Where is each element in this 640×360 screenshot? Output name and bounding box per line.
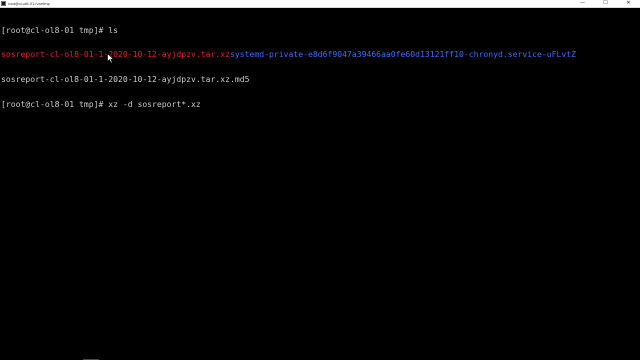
command-xz: [root@cl-ol8-01 tmp]# xz -d sosreport*.x… (1, 99, 201, 110)
terminal-line: [root@cl-ol8-01 tmp]# ls (1, 24, 632, 35)
mouse-pointer-icon (107, 53, 115, 64)
terminal-line: sosreport-cl-ol8-01-1-2020-10-12-ayjdpzv… (1, 75, 632, 83)
command-ls: [root@cl-ol8-01 tmp]# ls (1, 24, 118, 35)
terminal-app-icon[interactable] (1, 1, 6, 6)
vertical-scrollbar[interactable] (632, 8, 640, 360)
title-bar[interactable]: root@cl-ol8-01:/var/tmp — ☐ ✕ (0, 0, 640, 8)
terminal-output[interactable]: [root@cl-ol8-01 tmp]# ls sosreport-cl-ol… (0, 8, 632, 360)
window-title: root@cl-ol8-01:/var/tmp (8, 1, 50, 6)
minimize-button[interactable]: — (571, 0, 594, 7)
terminal-window: root@cl-ol8-01:/var/tmp — ☐ ✕ [root@cl-o… (0, 0, 640, 360)
window-controls: — ☐ ✕ (571, 0, 640, 7)
maximize-button[interactable]: ☐ (594, 0, 617, 7)
close-button[interactable]: ✕ (617, 0, 640, 7)
terminal-line: [root@cl-ol8-01 tmp]# xz -d sosreport*.x… (1, 100, 632, 108)
terminal-line: sosreport-cl-ol8-01-1-2020-10-12-ayjdpzv… (1, 49, 632, 60)
file-archive: sosreport-cl-ol8-01-1-2020-10-12-ayjdpzv… (1, 49, 231, 60)
file-md5: sosreport-cl-ol8-01-1-2020-10-12-ayjdpzv… (1, 74, 250, 85)
file-directory: systemd-private-e8d6f9047a39466aa0fe60d1… (230, 49, 576, 60)
